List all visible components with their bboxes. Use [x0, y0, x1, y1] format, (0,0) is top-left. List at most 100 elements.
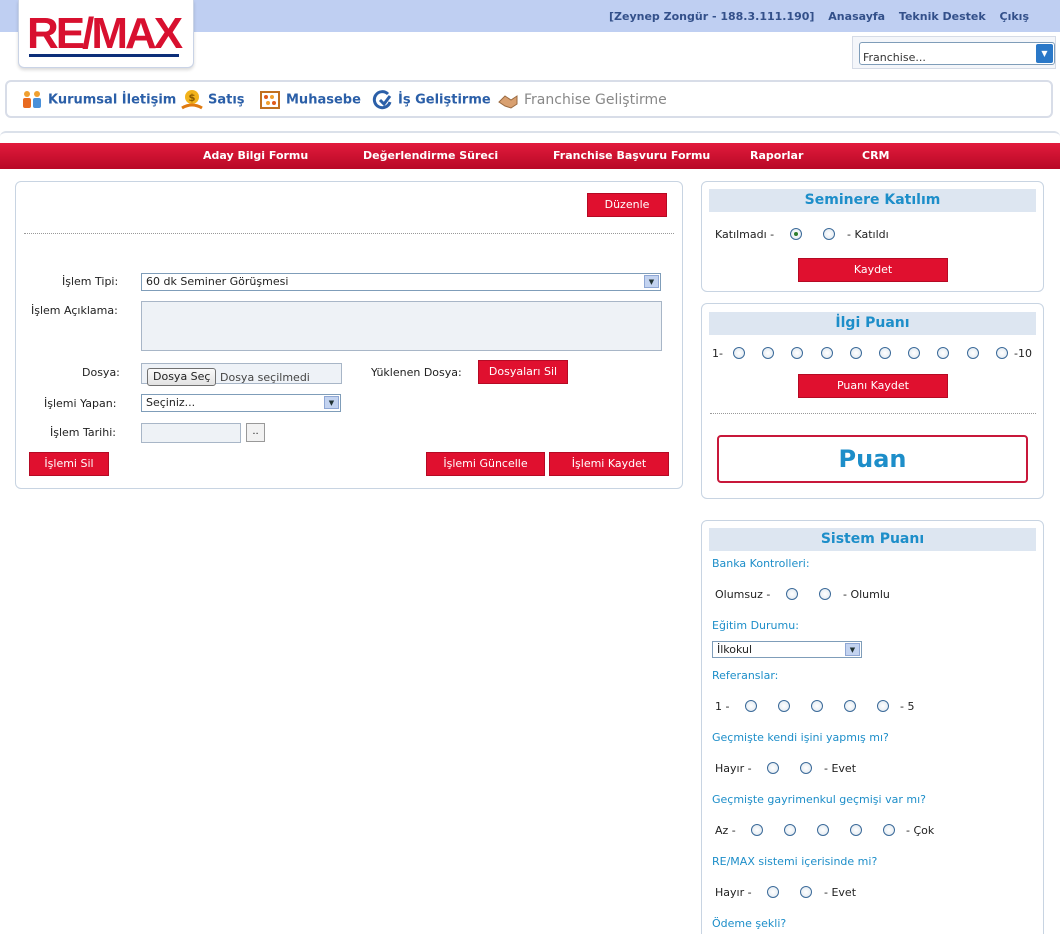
edit-button[interactable]: Düzenle: [587, 193, 667, 217]
radio-referans-4[interactable]: [844, 700, 856, 712]
referans-label: Referanslar:: [712, 669, 779, 682]
module-label: İş Geliştirme: [398, 92, 491, 108]
seminer-panel: Seminere Katılım Katılmadı - - Katıldı K…: [701, 181, 1044, 292]
radio-referans-5[interactable]: [877, 700, 889, 712]
save-islem-button[interactable]: İşlemi Kaydet: [549, 452, 669, 476]
ilgi-min-label: 1-: [712, 347, 723, 360]
link-teknik-destek[interactable]: Teknik Destek: [899, 10, 986, 23]
radio-ilgi-2[interactable]: [762, 347, 775, 359]
radio-ilgi-6[interactable]: [879, 347, 891, 359]
radio-ilgi-1[interactable]: [733, 347, 745, 359]
ilgi-save-button[interactable]: Puanı Kaydet: [798, 374, 948, 398]
islem-aciklama-label: İşlem Açıklama:: [31, 304, 118, 317]
egitim-label: Eğitim Durumu:: [712, 619, 799, 632]
nav-franchise-basvuru-formu[interactable]: Franchise Başvuru Formu: [553, 149, 710, 162]
franchise-select[interactable]: Franchise... ▼: [859, 42, 1055, 65]
sistem-panel: Sistem Puanı Banka Kontrolleri: Olumsuz …: [701, 520, 1044, 934]
dosya-label: Dosya:: [82, 366, 120, 379]
radio-gayrimenkul-1[interactable]: [751, 824, 763, 836]
module-satis[interactable]: $ Satış: [180, 88, 245, 112]
delete-files-button[interactable]: Dosyaları Sil: [478, 360, 568, 384]
radio-referans-1[interactable]: [745, 700, 757, 712]
module-muhasebe[interactable]: Muhasebe: [258, 88, 361, 112]
nav-crm[interactable]: CRM: [862, 149, 890, 162]
radio-ilgi-3[interactable]: [791, 347, 804, 359]
module-label: Satış: [208, 92, 245, 108]
islem-form-panel: Düzenle İşlem Tipi: 60 dk Seminer Görüşm…: [15, 181, 683, 489]
logo[interactable]: RE/MAX: [18, 0, 194, 68]
date-picker-button[interactable]: ..: [246, 423, 265, 442]
islemi-yapan-label: İşlemi Yapan:: [44, 397, 117, 410]
growth-icon: [372, 90, 392, 110]
gayrimenkul-left-label: Az -: [715, 824, 736, 837]
module-is-gelistirme[interactable]: İş Geliştirme: [370, 88, 491, 112]
nav-degerlendirme-sureci[interactable]: Değerlendirme Süreci: [363, 149, 498, 162]
islem-tipi-value: 60 dk Seminer Görüşmesi: [146, 275, 289, 288]
radio-remax-hayir[interactable]: [767, 886, 779, 898]
banka-label: Banka Kontrolleri:: [712, 557, 810, 570]
seminer-save-button[interactable]: Kaydet: [798, 258, 948, 282]
radio-gayrimenkul-4[interactable]: [850, 824, 862, 836]
radio-ilgi-7[interactable]: [908, 347, 921, 359]
kendi-isi-label: Geçmişte kendi işini yapmış mı?: [712, 731, 889, 744]
divider: [24, 233, 674, 234]
islemi-yapan-value: Seçiniz...: [146, 396, 196, 409]
radio-ilgi-4[interactable]: [820, 347, 833, 359]
module-label: Franchise Geliştirme: [524, 92, 667, 108]
radio-banka-olumlu[interactable]: [819, 588, 831, 600]
radio-referans-2[interactable]: [778, 700, 790, 712]
radio-banka-olumsuz[interactable]: [786, 588, 798, 600]
coin-hand-icon: $: [181, 90, 203, 110]
module-bar: Kurumsal İletişim $ Satış Muhasebe İş Gel…: [5, 80, 1053, 118]
handshake-icon: [498, 95, 518, 109]
radio-ilgi-8[interactable]: [937, 347, 950, 359]
main-nav: Aday Bilgi Formu Değerlendirme Süreci Fr…: [0, 143, 1060, 169]
kendi-right-label: - Evet: [824, 762, 857, 775]
nav-aday-bilgi-formu[interactable]: Aday Bilgi Formu: [203, 149, 308, 162]
radio-ilgi-10[interactable]: [995, 347, 1008, 359]
radio-katildi[interactable]: [823, 228, 835, 240]
radio-kendi-hayir[interactable]: [767, 762, 779, 774]
banka-right-label: - Olumlu: [843, 588, 890, 601]
egitim-select[interactable]: İlkokul ▼: [712, 641, 862, 658]
radio-gayrimenkul-5[interactable]: [883, 824, 895, 836]
user-info: [Zeynep Zongür - 188.3.111.190]: [609, 10, 815, 23]
islem-aciklama-textarea[interactable]: [141, 301, 662, 351]
islem-tarihi-input[interactable]: [141, 423, 241, 443]
file-choose-button[interactable]: Dosya Seç: [147, 368, 217, 386]
chevron-down-icon: ▼: [324, 396, 339, 409]
delete-islem-button[interactable]: İşlemi Sil: [29, 452, 109, 476]
link-cikis[interactable]: Çıkış: [1000, 10, 1029, 23]
module-kurumsal-iletisim[interactable]: Kurumsal İletişim: [20, 88, 176, 112]
module-franchise-gelistirme[interactable]: Franchise Geliştirme: [496, 88, 667, 112]
remax-right-label: - Evet: [824, 886, 857, 899]
ilgi-title: İlgi Puanı: [709, 312, 1036, 335]
module-label: Muhasebe: [286, 92, 361, 108]
radio-referans-3[interactable]: [811, 700, 823, 712]
radio-ilgi-9[interactable]: [966, 347, 979, 359]
chevron-down-icon: ▼: [1036, 44, 1053, 63]
radio-ilgi-5[interactable]: [849, 347, 862, 359]
remax-left-label: Hayır -: [715, 886, 752, 899]
link-anasayfa[interactable]: Anasayfa: [828, 10, 885, 23]
kendi-left-label: Hayır -: [715, 762, 752, 775]
nav-raporlar[interactable]: Raporlar: [750, 149, 803, 162]
radio-gayrimenkul-3[interactable]: [817, 824, 829, 836]
radio-katilmadi[interactable]: [790, 228, 802, 240]
ilgi-max-label: -10: [1014, 347, 1032, 360]
radio-gayrimenkul-2[interactable]: [784, 824, 796, 836]
islemi-yapan-select[interactable]: Seçiniz... ▼: [141, 394, 341, 412]
referans-left-label: 1 -: [715, 700, 730, 713]
banka-left-label: Olumsuz -: [715, 588, 771, 601]
update-islem-button[interactable]: İşlemi Güncelle: [426, 452, 545, 476]
svg-text:$: $: [189, 93, 196, 104]
seminer-title: Seminere Katılım: [709, 189, 1036, 212]
seminer-left-label: Katılmadı -: [715, 228, 775, 241]
radio-remax-evet[interactable]: [800, 886, 812, 898]
file-input[interactable]: Dosya Seç Dosya seçilmedi: [141, 363, 342, 386]
radio-kendi-evet[interactable]: [800, 762, 812, 774]
gayrimenkul-right-label: - Çok: [906, 824, 935, 837]
islem-tipi-select[interactable]: 60 dk Seminer Görüşmesi ▼: [141, 273, 661, 291]
chevron-down-icon: ▼: [845, 643, 860, 656]
chevron-down-icon: ▼: [644, 275, 659, 288]
